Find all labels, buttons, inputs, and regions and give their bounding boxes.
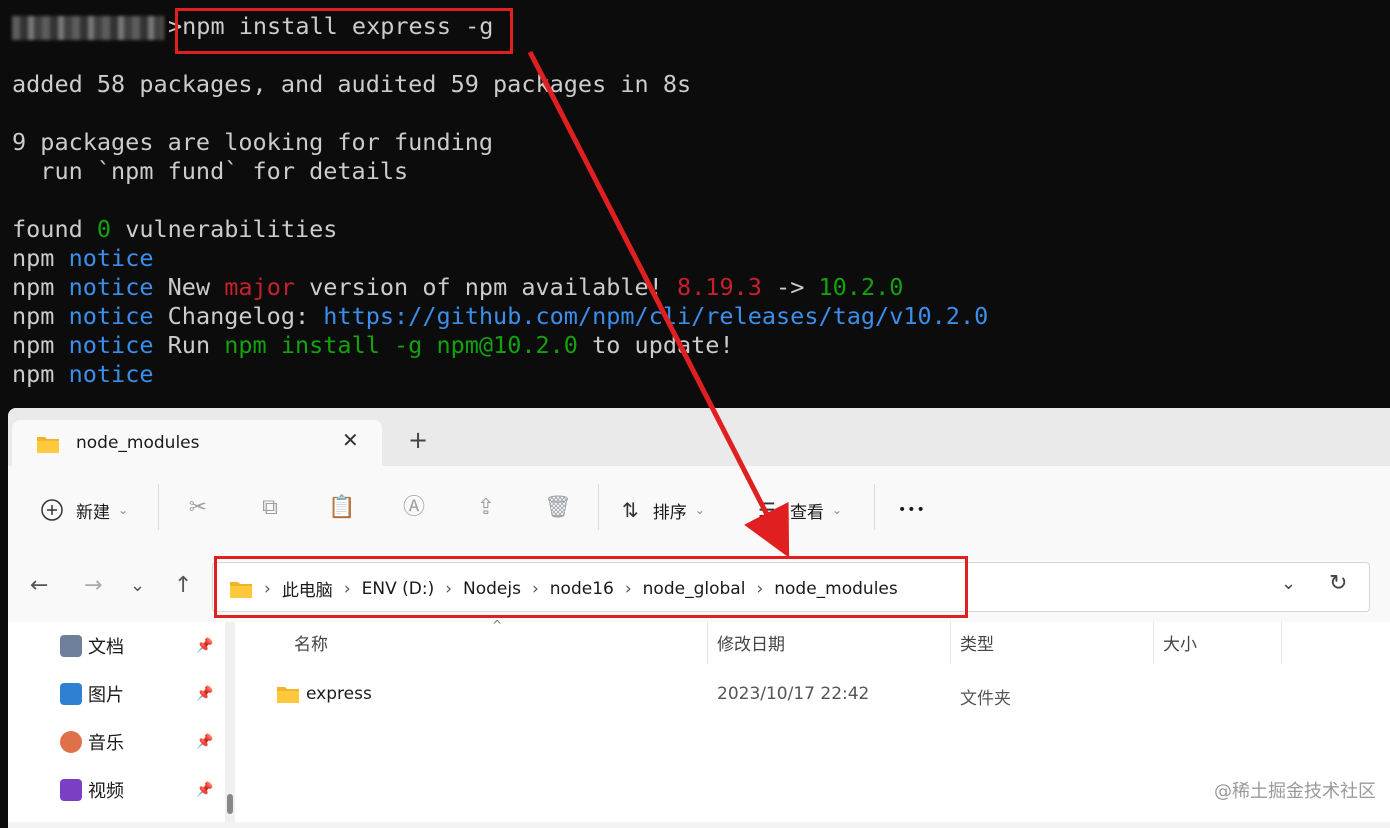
breadcrumb-item[interactable]: Nodejs bbox=[463, 579, 521, 599]
scrollbar-thumb[interactable] bbox=[227, 794, 233, 814]
column-header-date[interactable]: 修改日期 bbox=[717, 630, 785, 655]
navigation-pane: 文档 📌 图片 📌 音乐 📌 视频 📌 bbox=[8, 622, 223, 822]
column-header-name[interactable]: 名称 bbox=[294, 630, 328, 655]
npm-notice-line-end: npm notice bbox=[12, 360, 154, 388]
breadcrumb-item[interactable]: node_modules bbox=[774, 579, 898, 599]
breadcrumb-item[interactable]: ENV (D:) bbox=[362, 579, 435, 599]
pin-icon[interactable]: 📌 bbox=[196, 638, 213, 654]
view-button[interactable]: ☰ 查看 ⌄ bbox=[758, 496, 842, 524]
changelog-link[interactable]: https://github.com/npm/cli/releases/tag/… bbox=[323, 302, 988, 330]
command-text: npm install express -g bbox=[182, 12, 494, 40]
delete-icon[interactable]: 🗑 bbox=[544, 494, 572, 522]
file-explorer-window[interactable]: node_modules ✕ + 新建 ⌄ ✂ ⧉ 📋 Ⓐ ⇪ 🗑 ⇅ 排序 ⌄ ☰… bbox=[8, 408, 1390, 828]
pin-icon[interactable]: 📌 bbox=[196, 782, 213, 798]
pin-icon[interactable]: 📌 bbox=[196, 686, 213, 702]
output-vulnerabilities: found 0 vulnerabilities bbox=[12, 215, 338, 243]
refresh-icon[interactable]: ↻ bbox=[1329, 571, 1347, 596]
recent-chevron-icon[interactable]: ⌄ bbox=[130, 572, 145, 600]
navigation-row: ← → ⌄ ↑ › 此电脑 › ENV (D:) › Nodejs › node… bbox=[8, 550, 1390, 622]
column-header-type[interactable]: 类型 bbox=[960, 630, 994, 655]
forward-arrow-icon[interactable]: → bbox=[84, 572, 102, 600]
sort-icon: ⇅ bbox=[622, 498, 639, 522]
folder-icon bbox=[277, 687, 299, 703]
tab-node-modules[interactable]: node_modules ✕ bbox=[12, 420, 382, 466]
tab-title: node_modules bbox=[76, 433, 200, 453]
output-added: added 58 packages, and audited 59 packag… bbox=[12, 70, 692, 98]
close-icon[interactable]: ✕ bbox=[342, 428, 359, 452]
up-arrow-icon[interactable]: ↑ bbox=[174, 572, 192, 600]
pictures-icon bbox=[60, 683, 82, 705]
documents-icon bbox=[60, 635, 82, 657]
breadcrumb-item[interactable]: 此电脑 bbox=[282, 576, 333, 601]
paste-icon[interactable]: 📋 bbox=[328, 494, 356, 522]
column-header-size[interactable]: 大小 bbox=[1163, 630, 1197, 655]
npm-notice-changelog: npm notice Changelog: https://github.com… bbox=[12, 302, 989, 330]
column-divider[interactable] bbox=[950, 622, 951, 664]
chevron-right-icon: › bbox=[756, 578, 764, 599]
more-options-button[interactable]: ••• bbox=[898, 496, 926, 524]
sidebar-item-pictures[interactable]: 图片 bbox=[60, 680, 124, 708]
command-line: >npm install express -g bbox=[12, 12, 493, 41]
npm-notice-run: npm notice Run npm install -g npm@10.2.0… bbox=[12, 331, 734, 359]
chevron-right-icon: › bbox=[445, 578, 453, 599]
back-arrow-icon[interactable]: ← bbox=[30, 572, 48, 600]
address-dropdown-icon[interactable]: ⌄ bbox=[1281, 573, 1296, 594]
tab-bar: node_modules ✕ + bbox=[8, 408, 1390, 466]
address-bar[interactable]: › 此电脑 › ENV (D:) › Nodejs › node16 › nod… bbox=[212, 562, 1370, 612]
new-button[interactable]: 新建 ⌄ bbox=[40, 496, 128, 524]
chevron-right-icon: › bbox=[264, 578, 271, 599]
copy-icon[interactable]: ⧉ bbox=[256, 494, 284, 522]
output-fund-run: run `npm fund` for details bbox=[12, 157, 409, 185]
breadcrumb-item[interactable]: node16 bbox=[550, 579, 614, 599]
watermark: @稀土掘金技术社区 bbox=[1214, 781, 1376, 802]
chevron-down-icon: ⌄ bbox=[118, 503, 129, 517]
npm-notice-line: npm notice bbox=[12, 244, 154, 272]
pin-icon[interactable]: 📌 bbox=[196, 734, 213, 750]
column-divider[interactable] bbox=[707, 622, 708, 664]
chevron-right-icon: › bbox=[531, 578, 539, 599]
chevron-down-icon: ⌄ bbox=[694, 503, 705, 517]
column-divider[interactable] bbox=[1281, 622, 1282, 664]
sort-caret-icon: ^ bbox=[492, 618, 503, 632]
cut-icon[interactable]: ✂ bbox=[184, 494, 212, 522]
prompt-symbol: > bbox=[168, 12, 183, 40]
toolbar-divider bbox=[598, 484, 599, 530]
rename-icon[interactable]: Ⓐ bbox=[400, 494, 428, 522]
file-date: 2023/10/17 22:42 bbox=[717, 684, 870, 704]
terminal-window[interactable]: >npm install express -g added 58 package… bbox=[0, 0, 1390, 410]
sidebar-scrollbar[interactable] bbox=[225, 622, 235, 822]
share-icon[interactable]: ⇪ bbox=[472, 494, 500, 522]
sort-button[interactable]: ⇅ 排序 ⌄ bbox=[622, 496, 705, 524]
toolbar-divider bbox=[158, 484, 159, 530]
breadcrumb: › 此电脑 › ENV (D:) › Nodejs › node16 › nod… bbox=[229, 576, 898, 601]
chevron-right-icon: › bbox=[624, 578, 632, 599]
command-bar: 新建 ⌄ ✂ ⧉ 📋 Ⓐ ⇪ 🗑 ⇅ 排序 ⌄ ☰ 查看 ⌄ ••• bbox=[8, 466, 1390, 551]
sidebar-item-music[interactable]: 音乐 bbox=[60, 728, 124, 756]
videos-icon bbox=[60, 779, 82, 801]
chevron-down-icon: ⌄ bbox=[831, 503, 842, 517]
column-divider[interactable] bbox=[1153, 622, 1154, 664]
toolbar-divider bbox=[874, 484, 875, 530]
file-name: express bbox=[306, 684, 372, 704]
music-icon bbox=[60, 731, 82, 753]
npm-notice-version: npm notice New major version of npm avai… bbox=[12, 273, 904, 301]
folder-icon bbox=[37, 437, 59, 453]
plus-circle-icon bbox=[41, 499, 63, 521]
folder-icon bbox=[230, 581, 252, 598]
sidebar-item-videos[interactable]: 视频 bbox=[60, 776, 124, 804]
chevron-right-icon: › bbox=[343, 578, 351, 599]
content-area: 文档 📌 图片 📌 音乐 📌 视频 📌 ^ 名称 修改日期 类型 大小 expr… bbox=[8, 618, 1390, 822]
blurred-path bbox=[12, 15, 164, 40]
file-type: 文件夹 bbox=[960, 689, 1011, 709]
breadcrumb-item[interactable]: node_global bbox=[643, 579, 746, 599]
view-list-icon: ☰ bbox=[758, 498, 776, 522]
new-tab-icon[interactable]: + bbox=[408, 428, 428, 452]
output-funding: 9 packages are looking for funding bbox=[12, 128, 494, 156]
sidebar-item-documents[interactable]: 文档 bbox=[60, 632, 124, 660]
